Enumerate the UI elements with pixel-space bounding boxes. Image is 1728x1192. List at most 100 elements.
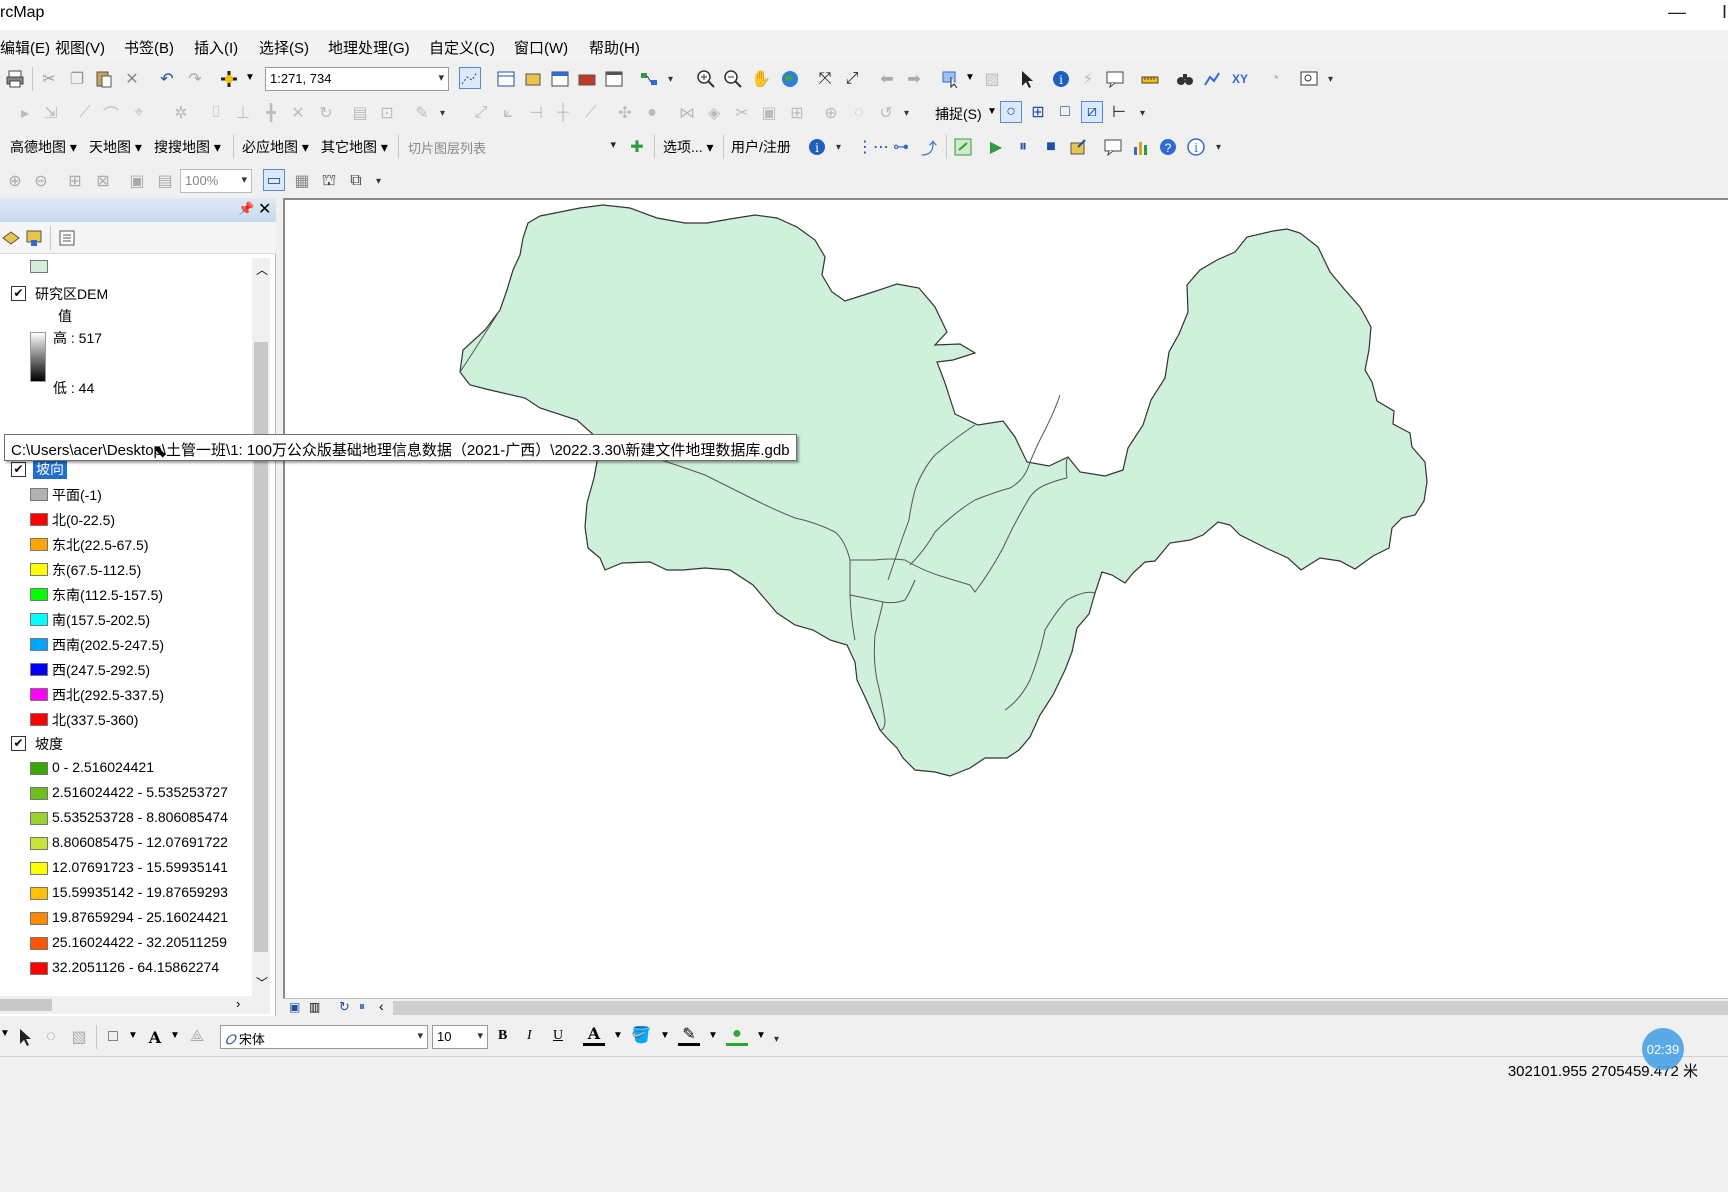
toolbar-grip[interactable]: ▾ — [1216, 142, 1226, 153]
reshape-icon[interactable]: ⌷ — [205, 102, 227, 124]
clear-selection-icon[interactable]: ▧ — [981, 68, 1003, 90]
slope-visibility-checkbox[interactable]: ✔ — [11, 736, 26, 751]
sketch-properties-icon[interactable]: ⊡ — [376, 102, 398, 124]
menu-geoprocessing[interactable]: 地理处理(G) — [328, 37, 410, 58]
model-builder-icon[interactable] — [638, 68, 660, 90]
topology-icon[interactable]: ◌ — [848, 102, 870, 124]
union-icon[interactable]: ◈ — [703, 102, 725, 124]
menu-help[interactable]: 帮助(H) — [589, 37, 640, 58]
scroll-down-icon[interactable]: ﹀ — [256, 974, 268, 991]
toggle-draft-mode-icon[interactable]: ▭ — [263, 169, 285, 191]
generalize-icon[interactable]: ✣ — [614, 102, 636, 124]
about-info-icon[interactable]: i — [806, 136, 828, 158]
map-canvas[interactable] — [285, 200, 1728, 998]
menu-selection[interactable]: 选择(S) — [259, 37, 309, 58]
network-icon[interactable]: ⊶ — [890, 136, 912, 158]
html-popup-icon[interactable] — [1104, 68, 1126, 90]
intersection-snapping-icon[interactable]: ⊢ — [1108, 101, 1130, 123]
fill-color-dropdown-icon[interactable]: ▼ — [660, 1030, 670, 1041]
zoom-whole-page-icon[interactable]: ▣ — [126, 170, 148, 192]
snapping-dropdown-icon[interactable]: ▼ — [987, 106, 997, 117]
measure-icon[interactable] — [1139, 68, 1161, 90]
underline-button[interactable]: U — [553, 1028, 563, 1044]
pan-hand-icon[interactable]: ✋ — [750, 68, 772, 90]
fill-color-icon[interactable]: 🪣 — [630, 1024, 652, 1046]
text-tool-icon[interactable]: A — [144, 1026, 166, 1048]
redo-icon[interactable]: ↷ — [184, 68, 206, 90]
font-name-combo[interactable]: 𝑂 宋体 ▾ — [220, 1025, 428, 1049]
text-dropdown-icon[interactable]: ▼ — [170, 1030, 180, 1041]
forward-extent-icon[interactable]: ➡ — [903, 68, 925, 90]
select-elements-icon[interactable] — [1016, 68, 1038, 90]
aspect-visibility-checkbox[interactable]: ✔ — [11, 462, 26, 477]
close-icon[interactable]: ✕ — [258, 199, 271, 219]
add-tile-layer-icon[interactable]: ✚ — [626, 136, 648, 158]
scroll-left-icon[interactable]: ‹ — [379, 998, 384, 1014]
zoom-out-page-icon[interactable]: ⊖ — [30, 170, 52, 192]
edit-annotation-icon[interactable]: ⇲ — [40, 102, 62, 124]
study-area-outline[interactable] — [459, 204, 1428, 777]
fit-page-icon[interactable]: ⊠ — [92, 170, 114, 192]
trace-icon[interactable]: ⤴ — [918, 136, 940, 158]
scroll-thumb[interactable] — [0, 999, 52, 1011]
marker-color-icon[interactable]: ● — [726, 1024, 748, 1046]
bold-button[interactable]: B — [498, 1028, 507, 1044]
pause-drawing-icon[interactable]: ⏸ — [359, 999, 365, 1014]
toc-horizontal-scrollbar[interactable]: › — [0, 996, 270, 1014]
fixed-zoom-out-icon[interactable]: ⤢ — [841, 68, 863, 90]
straight-segment-icon[interactable]: ⟋ — [74, 102, 96, 124]
zoom-to-selected-icon[interactable]: ▧ — [68, 1026, 90, 1048]
add-data-dropdown-icon[interactable]: ▼ — [245, 72, 255, 83]
buffer-icon[interactable]: ▣ — [758, 102, 780, 124]
select-dropdown-icon[interactable]: ▼ — [965, 72, 975, 83]
rotate-element-icon[interactable]: ◌ — [40, 1026, 62, 1048]
select-elements-icon[interactable] — [14, 1026, 36, 1048]
attributes-icon[interactable]: ▤ — [349, 102, 371, 124]
toolbar-grip[interactable]: ▾ — [376, 176, 386, 187]
editor-toolbar-icon[interactable] — [459, 67, 481, 89]
aspect-legend-item[interactable]: 南(157.5-202.5) — [0, 608, 250, 630]
map-scale-combo[interactable]: 1:271, 734 ▾ — [265, 67, 449, 91]
error-inspector-icon[interactable]: ↺ — [875, 102, 897, 124]
user-register-button[interactable]: 用户/注册 — [731, 137, 791, 157]
rotate-icon[interactable]: ✕ — [287, 102, 309, 124]
slope-legend-item[interactable]: 19.87659294 - 25.16024421 — [0, 907, 250, 929]
create-features-icon[interactable]: ✎ — [411, 102, 433, 124]
dem-visibility-checkbox[interactable]: ✔ — [11, 286, 26, 301]
list-by-source-icon[interactable] — [23, 227, 45, 249]
merge-icon[interactable]: ⋈ — [676, 102, 698, 124]
aspect-legend-item[interactable]: 西(247.5-292.5) — [0, 658, 250, 680]
delete-icon[interactable]: ✕ — [121, 68, 143, 90]
topology-edit-tool-icon[interactable]: ⋮⋯ — [857, 136, 889, 158]
end-snapping-icon[interactable]: ⊞ — [1027, 101, 1049, 123]
layout-view-icon[interactable]: ▥ — [309, 1000, 320, 1014]
rotate-tool-icon[interactable]: ↻ — [315, 102, 337, 124]
aspect-legend-item[interactable]: 北(0-22.5) — [0, 508, 250, 530]
aspect-legend-item[interactable]: 平面(-1) — [0, 483, 250, 505]
layer-aspect[interactable]: ✔ 坡向 — [0, 458, 250, 480]
table-of-contents-icon[interactable] — [495, 68, 517, 90]
bing-map-menu[interactable]: 必应地图 ▾ — [242, 137, 309, 157]
toolbar-grip[interactable]: ▾ — [1140, 108, 1150, 119]
menu-view[interactable]: 视图(V) — [55, 37, 105, 58]
arctoolbox-icon[interactable] — [576, 68, 598, 90]
slope-legend-item[interactable]: 25.16024422 - 32.20511259 — [0, 932, 250, 954]
close-button[interactable]: I — [1722, 2, 1727, 23]
shape-dropdown-icon[interactable]: ▼ — [128, 1030, 138, 1041]
zoom-percent-combo[interactable]: 100% ▾ — [180, 169, 252, 193]
align-icon[interactable]: ┼ — [552, 102, 574, 124]
topology-edit-icon[interactable]: ⤢ — [470, 102, 492, 124]
menu-edit[interactable]: 编辑(E) — [0, 37, 50, 58]
split-line-icon[interactable]: ╋ — [260, 102, 282, 124]
slope-legend-item[interactable]: 12.07691723 - 15.59935141 — [0, 857, 250, 879]
full-extent-globe-icon[interactable] — [779, 68, 801, 90]
add-data-icon[interactable] — [218, 68, 240, 90]
end-point-arc-icon[interactable]: ⌒ — [100, 102, 122, 124]
stop-icon[interactable]: ■ — [1040, 136, 1062, 158]
scroll-right-icon[interactable]: › — [236, 996, 240, 1011]
gaode-map-menu[interactable]: 高德地图 ▾ — [10, 137, 77, 157]
line-color-icon[interactable]: ✎ — [678, 1024, 700, 1046]
refresh-map-icon[interactable] — [952, 136, 974, 158]
point-snapping-icon[interactable]: ○ — [1000, 101, 1022, 123]
help-icon[interactable]: ? — [1157, 136, 1179, 158]
